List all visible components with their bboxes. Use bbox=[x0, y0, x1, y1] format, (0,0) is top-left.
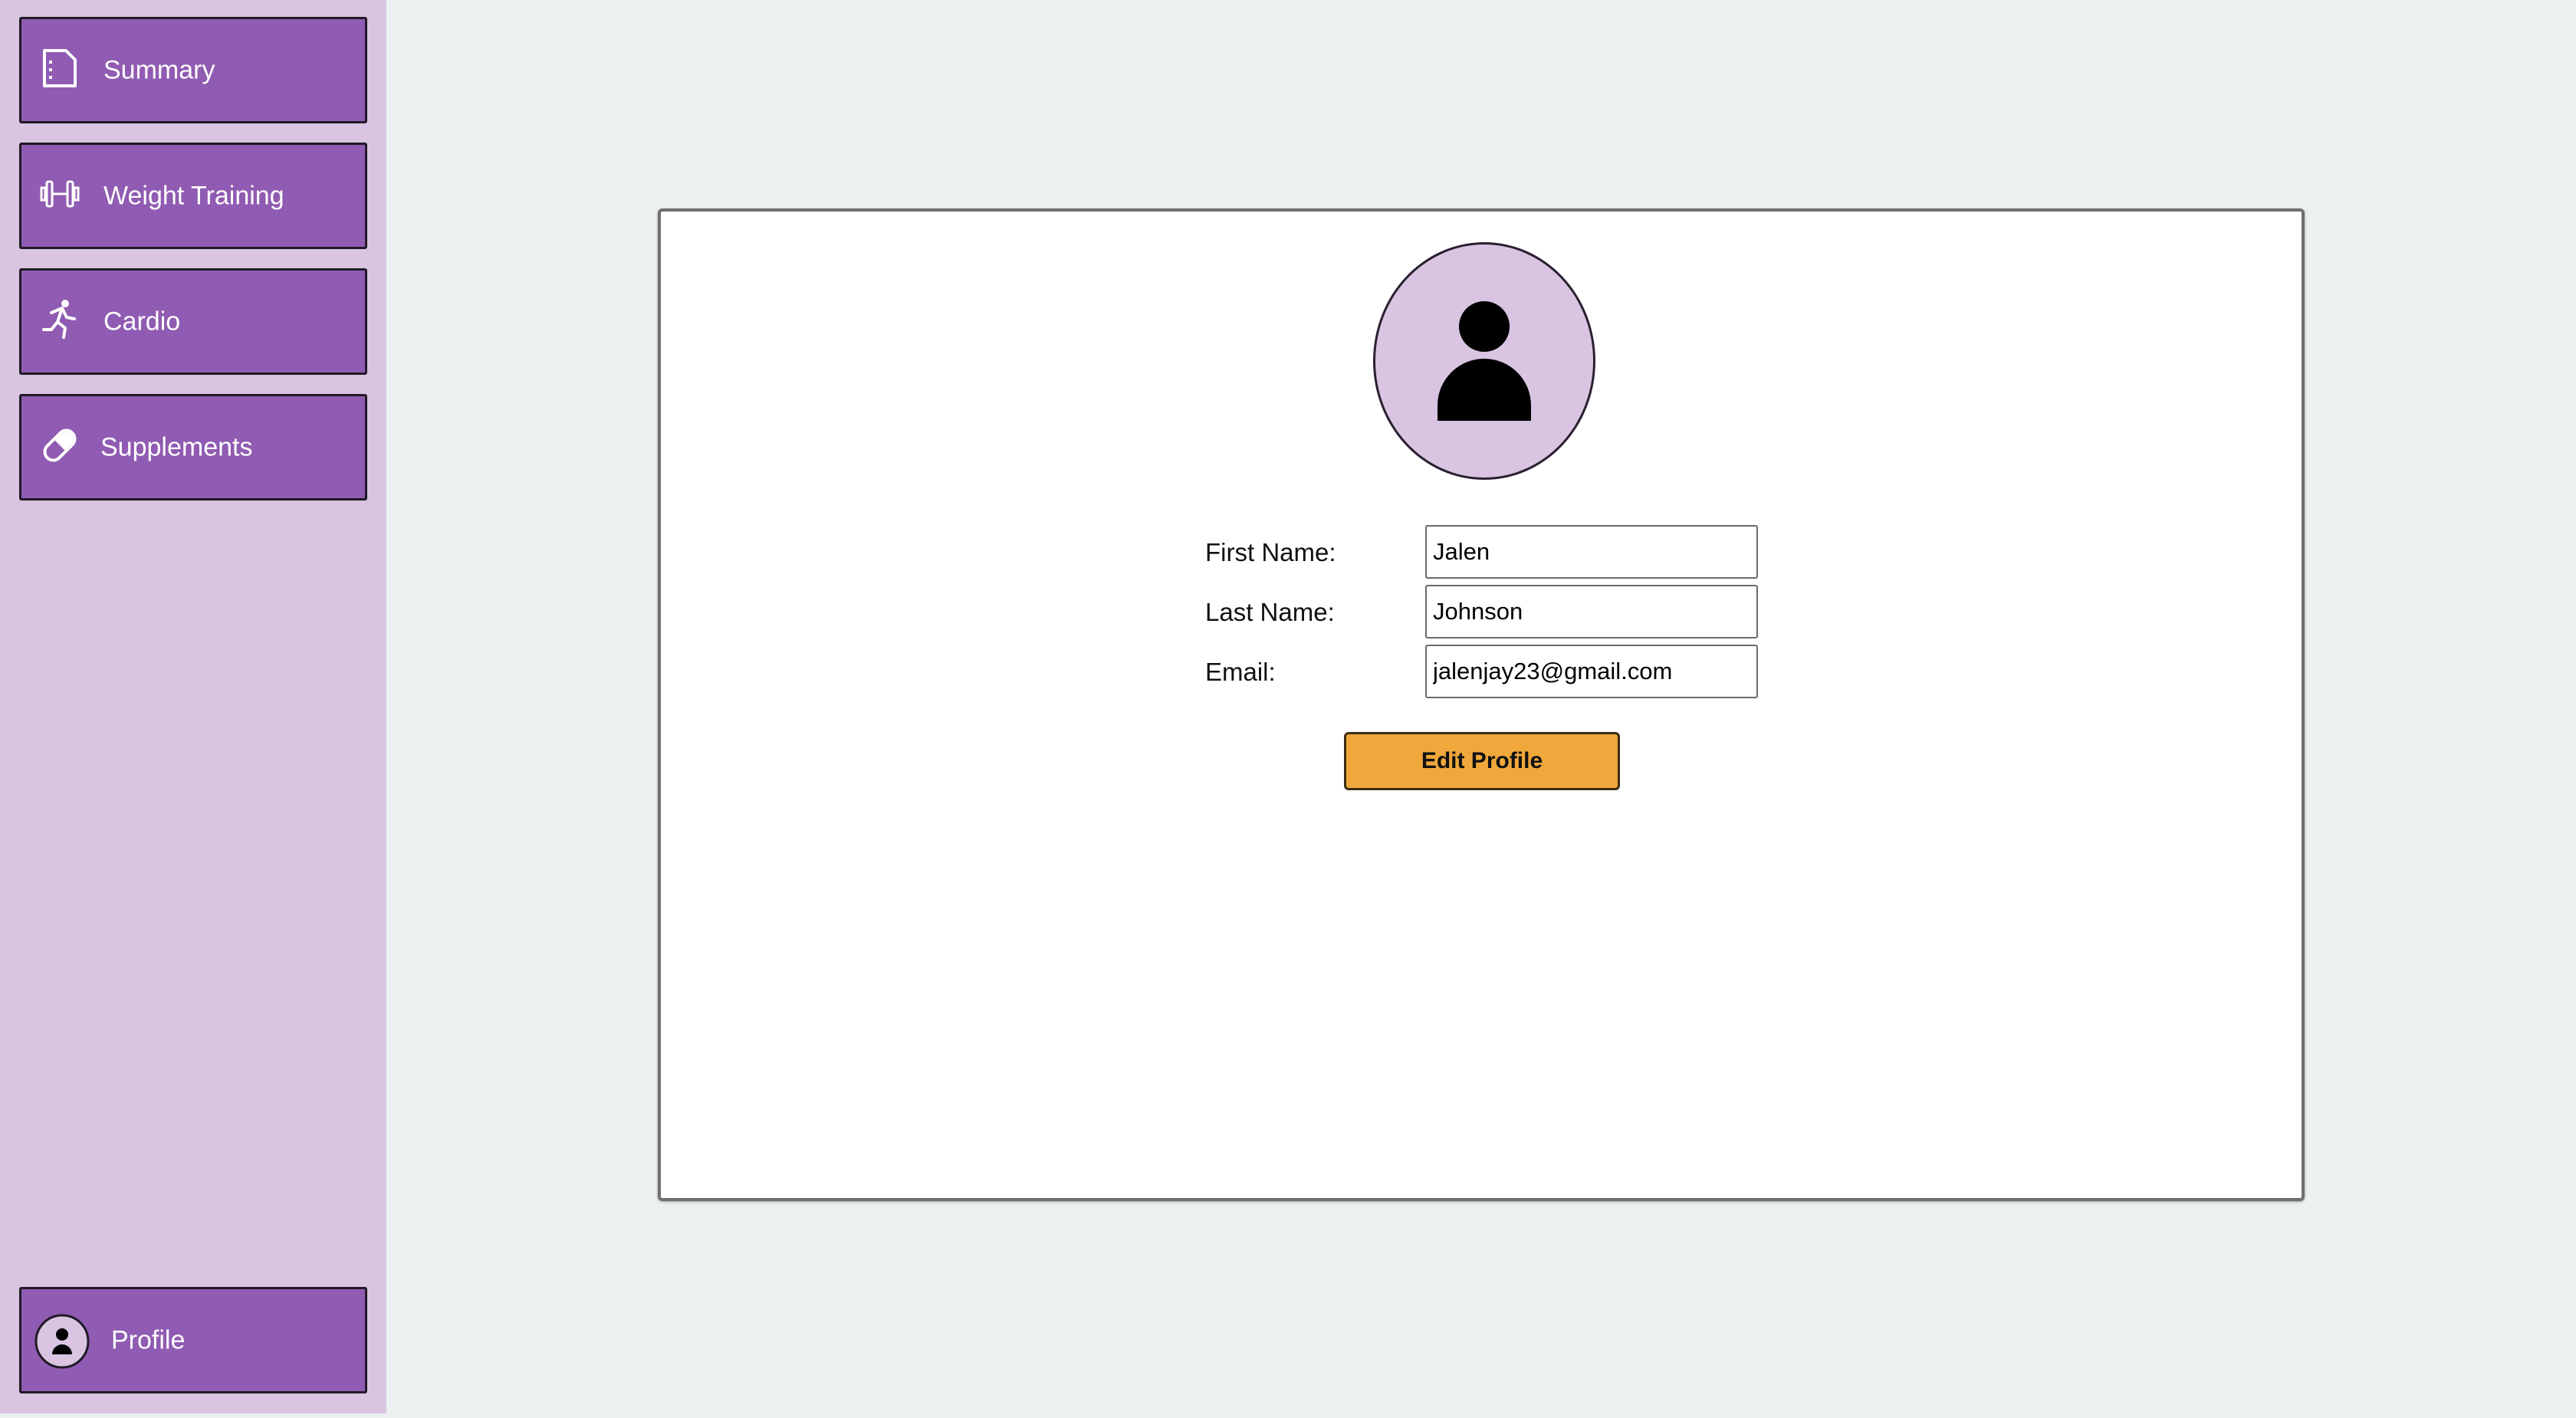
sidebar: Summary Weight Training Cardio Supplemen… bbox=[0, 0, 386, 1413]
sidebar-item-profile[interactable]: Profile bbox=[19, 1287, 367, 1393]
email-label: Email: bbox=[1205, 658, 1276, 686]
user-avatar-icon bbox=[34, 1313, 90, 1370]
sidebar-item-label: Cardio bbox=[104, 307, 181, 336]
dumbbell-icon bbox=[38, 172, 81, 215]
sidebar-item-label: Profile bbox=[111, 1325, 186, 1354]
app-root: Summary Weight Training Cardio Supplemen… bbox=[0, 0, 2576, 1418]
last-name-row: Last Name: bbox=[1205, 585, 1788, 640]
sidebar-item-label: Weight Training bbox=[104, 181, 284, 210]
email-field[interactable] bbox=[1425, 645, 1758, 698]
sidebar-item-supplements[interactable]: Supplements bbox=[19, 394, 367, 501]
last-name-label: Last Name: bbox=[1205, 598, 1335, 626]
profile-card: First Name: Last Name: Email: Edit Profi… bbox=[658, 208, 2305, 1201]
edit-profile-button[interactable]: Edit Profile bbox=[1344, 732, 1620, 790]
sidebar-item-cardio[interactable]: Cardio bbox=[19, 268, 367, 375]
sidebar-item-label: Summary bbox=[104, 55, 215, 84]
document-icon bbox=[38, 47, 81, 90]
first-name-field[interactable] bbox=[1425, 525, 1758, 579]
user-icon bbox=[1438, 301, 1531, 421]
first-name-label: First Name: bbox=[1205, 538, 1336, 566]
running-icon bbox=[38, 298, 81, 341]
email-row: Email: bbox=[1205, 645, 1788, 700]
sidebar-item-summary[interactable]: Summary bbox=[19, 17, 367, 123]
avatar bbox=[1373, 242, 1595, 480]
last-name-field[interactable] bbox=[1425, 585, 1758, 638]
first-name-row: First Name: bbox=[1205, 525, 1788, 580]
pill-icon bbox=[38, 424, 81, 467]
sidebar-item-label: Supplements bbox=[100, 432, 253, 461]
sidebar-item-weight-training[interactable]: Weight Training bbox=[19, 143, 367, 249]
